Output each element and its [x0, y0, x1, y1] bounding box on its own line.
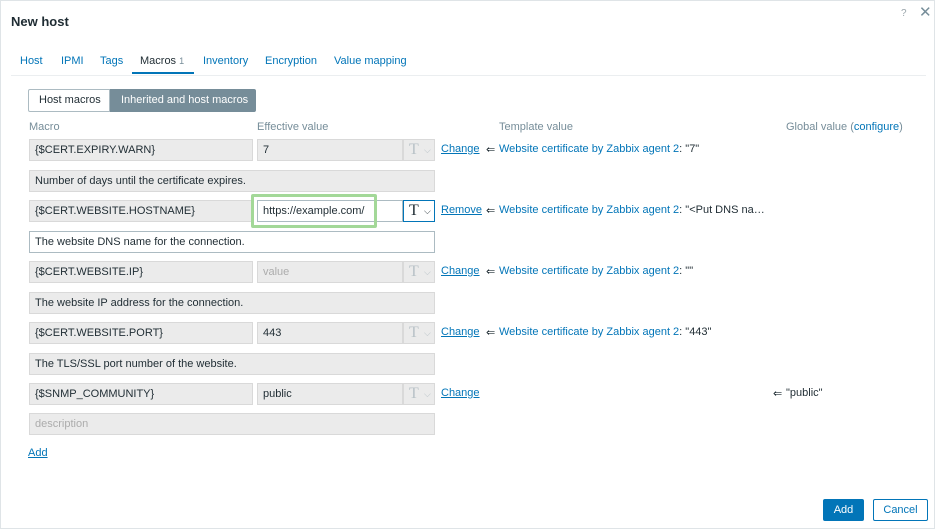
template-value: Website certificate by Zabbix agent 2: "…	[499, 204, 771, 216]
column-template-value: Template value	[499, 121, 573, 133]
dialog-title: New host	[11, 14, 69, 29]
macro-name-field[interactable]: {$SNMP_COMMUNITY}	[29, 383, 253, 405]
tab-macros-count: 1	[179, 56, 185, 66]
template-link[interactable]: Website certificate by Zabbix agent 2	[499, 143, 679, 155]
value-type-button[interactable]: T ⌵	[403, 261, 435, 283]
chevron-down-icon: ⌵	[424, 145, 431, 155]
column-global-value: Global value (configure)	[786, 121, 903, 133]
host-macros-toggle[interactable]: Host macros	[28, 89, 110, 112]
template-value-text: : ""	[679, 265, 694, 277]
macro-name-field[interactable]: {$CERT.WEBSITE.HOSTNAME}	[29, 200, 253, 222]
column-effective-value: Effective value	[257, 121, 329, 133]
tab-ipmi[interactable]: IPMI	[61, 55, 84, 67]
text-type-icon: T	[409, 202, 419, 219]
remove-link[interactable]: Remove	[441, 204, 482, 216]
macro-value-field[interactable]: 7	[257, 139, 403, 161]
macro-description-field[interactable]: The website IP address for the connectio…	[29, 292, 435, 314]
template-value-text: : "7"	[679, 143, 700, 155]
add-button[interactable]: Add	[823, 499, 864, 521]
macro-value-field[interactable]: https://example.com/	[257, 200, 403, 222]
macro-name-field[interactable]: {$CERT.WEBSITE.PORT}	[29, 322, 253, 344]
inherit-arrow-icon: ⇐	[486, 266, 496, 278]
global-value: "public"	[786, 387, 823, 399]
tab-macros-label: Macros	[140, 55, 177, 67]
template-value: Website certificate by Zabbix agent 2: "…	[499, 265, 769, 277]
template-value-text: : "443"	[679, 326, 712, 338]
text-type-icon: T	[409, 263, 419, 280]
inherited-macros-toggle[interactable]: Inherited and host macros	[110, 89, 256, 112]
macro-value-field[interactable]: 443	[257, 322, 403, 344]
inherit-arrow-icon: ⇐	[773, 388, 783, 400]
tab-tags[interactable]: Tags	[100, 55, 123, 67]
text-type-icon: T	[409, 324, 419, 341]
inherit-arrow-icon: ⇐	[486, 205, 496, 217]
tab-inventory[interactable]: Inventory	[203, 55, 248, 67]
value-type-button[interactable]: T ⌵	[403, 322, 435, 344]
template-value: Website certificate by Zabbix agent 2: "…	[499, 326, 769, 338]
tab-macros[interactable]: Macros 1	[140, 55, 184, 67]
macro-description-field[interactable]: The TLS/SSL port number of the website.	[29, 353, 435, 375]
cancel-button[interactable]: Cancel	[873, 499, 928, 521]
template-value: Website certificate by Zabbix agent 2: "…	[499, 143, 769, 155]
configure-link[interactable]: configure	[854, 121, 899, 133]
tab-value-mapping[interactable]: Value mapping	[334, 55, 407, 67]
value-type-button[interactable]: T ⌵	[403, 383, 435, 405]
macro-description-field[interactable]: The website DNS name for the connection.	[29, 231, 435, 253]
macro-value-field[interactable]: value	[257, 261, 403, 283]
column-macro: Macro	[29, 121, 60, 133]
template-value-text: : "<Put DNS na…	[679, 204, 765, 216]
macros-panel: Host macros Inherited and host macros Ma…	[11, 76, 928, 486]
global-value-label: Global value (	[786, 121, 854, 133]
close-icon[interactable]: ✕	[919, 5, 932, 20]
chevron-down-icon: ⌵	[424, 267, 431, 277]
inherit-arrow-icon: ⇐	[486, 144, 496, 156]
text-type-icon: T	[409, 141, 419, 158]
tab-host[interactable]: Host	[20, 55, 43, 67]
tab-encryption[interactable]: Encryption	[265, 55, 317, 67]
inherit-arrow-icon: ⇐	[486, 327, 496, 339]
macro-value-field[interactable]: public	[257, 383, 403, 405]
text-type-icon: T	[409, 385, 419, 402]
value-type-button[interactable]: T ⌵	[403, 200, 435, 222]
new-host-dialog: New host ? ✕ Host IPMI Tags Macros 1 Inve…	[0, 0, 935, 529]
global-value-label-end: )	[899, 121, 903, 133]
macro-name-field[interactable]: {$CERT.WEBSITE.IP}	[29, 261, 253, 283]
chevron-down-icon: ⌵	[424, 389, 431, 399]
macro-description-field[interactable]: Number of days until the certificate exp…	[29, 170, 435, 192]
template-link[interactable]: Website certificate by Zabbix agent 2	[499, 265, 679, 277]
change-link[interactable]: Change	[441, 265, 480, 277]
add-macro-link[interactable]: Add	[28, 447, 48, 459]
chevron-down-icon: ⌵	[424, 328, 431, 338]
change-link[interactable]: Change	[441, 326, 480, 338]
macro-name-field[interactable]: {$CERT.EXPIRY.WARN}	[29, 139, 253, 161]
change-link[interactable]: Change	[441, 387, 480, 399]
help-icon[interactable]: ?	[901, 8, 907, 19]
template-link[interactable]: Website certificate by Zabbix agent 2	[499, 204, 679, 216]
macro-description-field[interactable]: description	[29, 413, 435, 435]
active-tab-indicator	[132, 72, 194, 74]
change-link[interactable]: Change	[441, 143, 480, 155]
template-link[interactable]: Website certificate by Zabbix agent 2	[499, 326, 679, 338]
chevron-down-icon: ⌵	[424, 206, 431, 216]
value-type-button[interactable]: T ⌵	[403, 139, 435, 161]
